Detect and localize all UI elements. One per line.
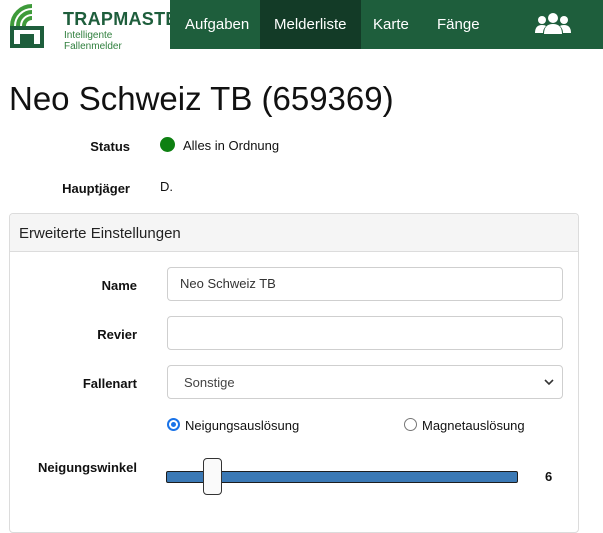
chevron-down-icon xyxy=(544,379,554,386)
trapmaster-logo-icon xyxy=(10,4,44,48)
angle-slider-handle[interactable] xyxy=(203,458,222,495)
radio-magnetausloesung[interactable] xyxy=(404,418,417,431)
radio-neigungsausloesung[interactable] xyxy=(167,418,180,431)
nav-item-melderliste[interactable]: Melderliste xyxy=(260,0,361,49)
panel-title: Erweiterte Einstellungen xyxy=(19,225,181,242)
hunter-label: Hauptjäger xyxy=(62,181,130,196)
revier-label: Revier xyxy=(97,327,137,342)
fallenart-label: Fallenart xyxy=(82,376,137,391)
nav-item-karte[interactable]: Karte xyxy=(359,0,423,49)
nav-item-aufgaben[interactable]: Aufgaben xyxy=(171,0,263,49)
hunter-value: D. xyxy=(160,179,173,194)
fallenart-select[interactable]: Sonstige xyxy=(167,365,563,399)
radio-label-magnetausloesung: Magnetauslösung xyxy=(422,418,525,433)
name-input[interactable]: Neo Schweiz TB xyxy=(167,267,563,301)
users-icon[interactable] xyxy=(534,10,572,38)
revier-input[interactable] xyxy=(167,316,563,350)
brand-tagline: Intelligente Fallenmelder xyxy=(64,30,122,52)
brand[interactable]: TRAPMASTER Intelligente Fallenmelder xyxy=(0,0,191,52)
page-title: Neo Schweiz TB (659369) xyxy=(9,80,394,117)
status-value: Alles in Ordnung xyxy=(183,138,280,153)
status-indicator xyxy=(160,137,175,152)
angle-label: Neigungswinkel xyxy=(38,460,137,475)
fallenart-selected: Sonstige xyxy=(184,375,235,390)
angle-value: 6 xyxy=(545,469,553,484)
panel-header: Erweiterte Einstellungen xyxy=(10,214,578,252)
nav-item-faenge[interactable]: Fänge xyxy=(423,0,494,49)
status-label: Status xyxy=(90,139,130,154)
name-label: Name xyxy=(101,278,137,293)
top-navbar: TRAPMASTER Intelligente Fallenmelder Auf… xyxy=(0,0,603,52)
radio-label-neigungsausloesung: Neigungsauslösung xyxy=(185,418,300,433)
